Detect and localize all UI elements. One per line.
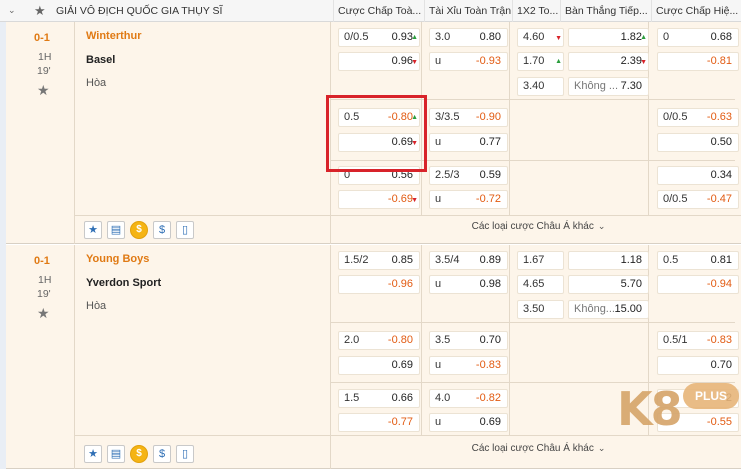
match-half: 1H <box>38 274 52 286</box>
stats-bar-icon[interactable]: ▯ <box>176 445 194 463</box>
odds-up-icon: ▲ <box>640 34 647 41</box>
stats-bar-icon[interactable]: ▯ <box>176 221 194 239</box>
odds-handicap-away[interactable]: 0.69 <box>338 356 420 375</box>
match-half: 1H <box>38 51 52 63</box>
odds-handicap-away[interactable]: -0.96 <box>338 275 420 294</box>
divider <box>509 245 510 435</box>
odds-first-half-away[interactable]: -0.94 <box>657 275 739 294</box>
odds-first-half-away[interactable]: 0.50 <box>657 133 739 152</box>
odds-handicap-home[interactable]: 1.5/2 0.85 <box>338 251 420 270</box>
odds-up-icon: ▲ <box>411 34 418 41</box>
brand-logo: K8 PLUS <box>617 381 741 441</box>
match-score: 0-1 <box>34 32 50 44</box>
favorite-star-icon[interactable]: ★ <box>37 305 50 322</box>
ticket-icon[interactable]: ▤ <box>107 221 125 239</box>
odds-next-goal-home[interactable]: 1.82 ▲ <box>568 28 649 47</box>
more-asian-bets-link[interactable]: Các loại cược Châu Á khác ⌄ <box>336 440 741 456</box>
home-team[interactable]: Young Boys <box>86 253 149 265</box>
league-header: ⌄ ★ GIẢI VÔ ĐỊCH QUỐC GIA THỤY SĨ Cược C… <box>0 0 741 22</box>
odds-first-half-away[interactable]: -0.81 <box>657 52 739 71</box>
divider <box>421 245 422 435</box>
odds-next-goal-none[interactable]: Không ... 7.30 <box>568 77 649 96</box>
ticket-icon[interactable]: ▤ <box>107 445 125 463</box>
col-header-1x2[interactable]: 1X2 To... <box>512 0 560 22</box>
star-icon[interactable]: ★ <box>34 2 46 20</box>
odds-handicap-home[interactable]: 0/0.5 0.93 ▲ <box>338 28 420 47</box>
favorite-star-icon[interactable]: ★ <box>37 82 50 99</box>
draw-label: Hòa <box>86 300 107 312</box>
match-score: 0-1 <box>34 255 50 267</box>
draw-label: Hòa <box>86 77 107 89</box>
odds-up-icon: ▲ <box>555 58 562 65</box>
odds-down-icon: ▼ <box>555 35 562 42</box>
divider <box>648 22 649 216</box>
divider <box>509 22 510 216</box>
away-team[interactable]: Yverdon Sport <box>86 277 161 289</box>
odds-over[interactable]: 4.0 -0.82 <box>429 389 508 408</box>
home-team[interactable]: Winterthur <box>86 30 142 42</box>
odds-first-half-home[interactable]: 0/0.5 -0.63 <box>657 108 739 127</box>
odds-over[interactable]: 3.5/4 0.89 <box>429 251 508 270</box>
dollar-icon[interactable]: $ <box>153 445 171 463</box>
odds-1x2-away[interactable]: 4.65 <box>517 275 564 294</box>
odds-handicap-home[interactable]: 1.5 0.66 <box>338 389 420 408</box>
match-minute: 19' <box>37 65 51 77</box>
odds-over[interactable]: 3.0 0.80 <box>429 28 508 47</box>
chevron-down-icon[interactable]: ⌄ <box>8 5 18 15</box>
odds-next-goal-away[interactable]: 2.39 ▼ <box>568 52 649 71</box>
col-header-first-half-handicap[interactable]: Cược Chấp Hiệ... <box>651 0 741 22</box>
odds-over[interactable]: 2.5/3 0.59 <box>429 166 508 185</box>
odds-1x2-home[interactable]: 4.60 ▼ <box>517 28 564 47</box>
favorite-star-icon[interactable]: ★ <box>84 221 102 239</box>
logo-text: K8 <box>617 382 683 436</box>
odds-1x2-away[interactable]: 1.70 ▲ <box>517 52 564 71</box>
row-separator <box>74 215 741 216</box>
chevron-down-icon: ⌄ <box>597 443 606 453</box>
favorite-star-icon[interactable]: ★ <box>84 445 102 463</box>
odds-1x2-home[interactable]: 1.67 <box>517 251 564 270</box>
odds-over[interactable]: 3/3.5 -0.90 <box>429 108 508 127</box>
odds-down-icon: ▼ <box>411 59 418 66</box>
col-header-handicap[interactable]: Cược Chấp Toà... <box>333 0 424 22</box>
col-header-over-under[interactable]: Tài Xỉu Toàn Trận <box>424 0 512 22</box>
odds-1x2-draw[interactable]: 3.50 <box>517 300 564 319</box>
odds-handicap-home[interactable]: 2.0 -0.80 <box>338 331 420 350</box>
away-team[interactable]: Basel <box>86 54 115 66</box>
more-asian-bets-link[interactable]: Các loại cược Châu Á khác ⌄ <box>336 218 741 234</box>
odds-over[interactable]: 3.5 0.70 <box>429 331 508 350</box>
odds-first-half-home[interactable]: 0.5 0.81 <box>657 251 739 270</box>
odds-1x2-draw[interactable]: 3.40 <box>517 77 564 96</box>
odds-next-goal-away[interactable]: 5.70 <box>568 275 649 294</box>
odds-under[interactable]: u 0.69 <box>429 413 508 432</box>
odds-next-goal-none[interactable]: Không... 15.00 <box>568 300 649 319</box>
match-minute: 19' <box>37 288 51 300</box>
chevron-down-icon: ⌄ <box>597 221 606 231</box>
divider <box>74 22 75 244</box>
odds-under[interactable]: u -0.72 <box>429 190 508 209</box>
odds-first-half-home[interactable]: 0.34 <box>657 166 739 185</box>
odds-handicap-away[interactable]: -0.69 ▼ <box>338 190 420 209</box>
logo-badge: PLUS <box>683 383 739 409</box>
odds-first-half-home[interactable]: 0.5/1 -0.83 <box>657 331 739 350</box>
odds-handicap-away[interactable]: 0.96 ▼ <box>338 52 420 71</box>
league-name[interactable]: GIẢI VÔ ĐỊCH QUỐC GIA THỤY SĨ <box>56 0 222 22</box>
odds-first-half-away[interactable]: 0/0.5 -0.47 <box>657 190 739 209</box>
odds-under[interactable]: u -0.93 <box>429 52 508 71</box>
odds-first-half-home[interactable]: 0 0.68 <box>657 28 739 47</box>
dollar-icon[interactable]: $ <box>153 221 171 239</box>
odds-under[interactable]: u 0.98 <box>429 275 508 294</box>
odds-down-icon: ▼ <box>640 59 647 66</box>
odds-next-goal-home[interactable]: 1.18 <box>568 251 649 270</box>
odds-down-icon: ▼ <box>411 197 418 204</box>
highlight-box <box>326 95 427 172</box>
odds-handicap-away[interactable]: -0.77 <box>338 413 420 432</box>
odds-first-half-away[interactable]: 0.70 <box>657 356 739 375</box>
odds-under[interactable]: u -0.83 <box>429 356 508 375</box>
cashout-coin-icon[interactable]: $ <box>130 221 148 239</box>
row-separator <box>330 322 735 323</box>
cashout-coin-icon[interactable]: $ <box>130 445 148 463</box>
odds-under[interactable]: u 0.77 <box>429 133 508 152</box>
col-header-next-goal[interactable]: Bàn Thắng Tiếp... <box>560 0 651 22</box>
